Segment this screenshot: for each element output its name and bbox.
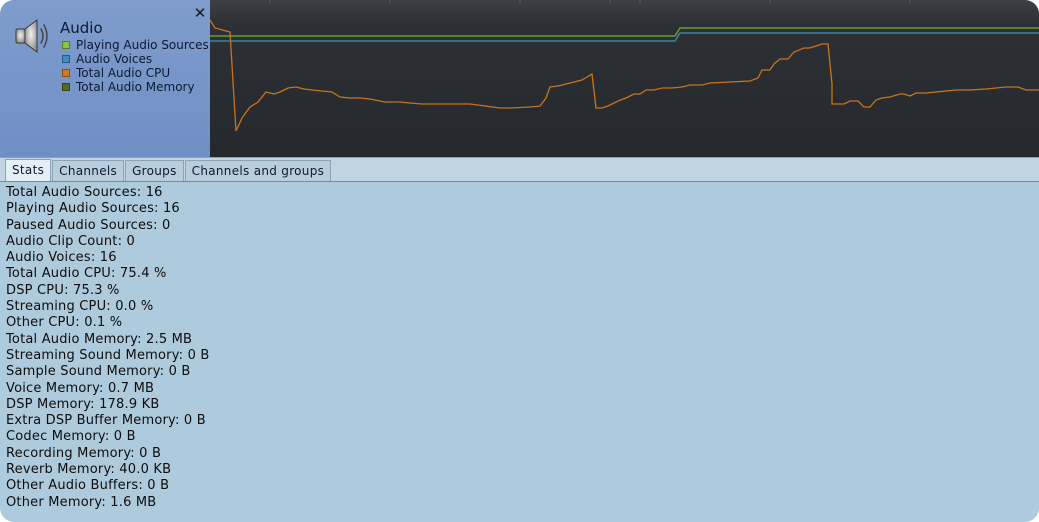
legend-panel: Audio ✕ Playing Audio Sources Audio Voice…	[0, 0, 210, 157]
audio-profiler-window: Audio ✕ Playing Audio Sources Audio Voice…	[0, 0, 1039, 522]
stat-line: Codec Memory: 0 B	[6, 429, 136, 445]
stat-line: Total Audio CPU: 75.4 %	[6, 266, 167, 282]
profiler-chart-area: Audio ✕ Playing Audio Sources Audio Voice…	[0, 0, 1039, 157]
legend-title: Audio	[60, 19, 103, 37]
legend-item[interactable]: Playing Audio Sources	[62, 38, 209, 52]
stat-line: Reverb Memory: 40.0 KB	[6, 462, 172, 478]
legend-item-label: Total Audio Memory	[76, 80, 195, 94]
stat-line: Other Audio Buffers: 0 B	[6, 478, 170, 494]
stat-line: Audio Voices: 16	[6, 250, 117, 266]
stat-line: Paused Audio Sources: 0	[6, 217, 171, 233]
profiler-graph[interactable]	[210, 0, 1039, 157]
stat-line: DSP CPU: 75.3 %	[6, 282, 120, 298]
legend-item[interactable]: Audio Voices	[62, 52, 209, 66]
stat-line: Other CPU: 0.1 %	[6, 315, 123, 331]
close-icon[interactable]: ✕	[192, 5, 208, 21]
legend-list: Playing Audio Sources Audio Voices Total A…	[62, 38, 209, 94]
tab-groups[interactable]: Groups	[125, 160, 184, 181]
speaker-icon	[14, 16, 50, 56]
stat-line: Recording Memory: 0 B	[6, 445, 162, 461]
legend-swatch	[62, 69, 70, 77]
stat-line: Playing Audio Sources: 16	[6, 201, 180, 217]
tab-stats[interactable]: Stats	[5, 159, 52, 181]
legend-item[interactable]: Total Audio Memory	[62, 80, 209, 94]
stat-line: Audio Clip Count: 0	[6, 233, 135, 249]
series-audio-voices	[210, 32, 1039, 42]
legend-swatch	[62, 55, 70, 63]
stat-line: DSP Memory: 178.9 KB	[6, 396, 160, 412]
legend-item-label: Total Audio CPU	[76, 66, 171, 80]
stats-panel: Total Audio Sources: 16 Playing Audio Sou…	[6, 185, 210, 511]
legend-swatch	[62, 41, 70, 49]
stat-line: Total Audio Sources: 16	[6, 185, 163, 200]
legend-swatch	[62, 83, 70, 91]
tab-channels[interactable]: Channels	[52, 160, 125, 181]
stat-line: Total Audio Memory: 2.5 MB	[6, 331, 193, 347]
legend-item-label: Playing Audio Sources	[76, 38, 209, 52]
legend-item-label: Audio Voices	[76, 52, 153, 66]
stat-line: Extra DSP Buffer Memory: 0 B	[6, 413, 206, 429]
stat-line: Streaming Sound Memory: 0 B	[6, 347, 210, 363]
legend-item[interactable]: Total Audio CPU	[62, 66, 209, 80]
graph-top-ticks	[269, 0, 911, 3]
stat-line: Streaming CPU: 0.0 %	[6, 299, 154, 315]
series-playing-audio-sources	[210, 27, 1039, 37]
stat-line: Other Memory: 1.6 MB	[6, 494, 157, 510]
graph-svg	[210, 0, 1039, 132]
tab-channels-and-groups[interactable]: Channels and groups	[184, 160, 332, 181]
stat-line: Voice Memory: 0.7 MB	[6, 380, 155, 396]
tab-bar: Stats Channels Groups Channels and groups	[0, 157, 1039, 182]
stat-line: Sample Sound Memory: 0 B	[6, 364, 191, 380]
